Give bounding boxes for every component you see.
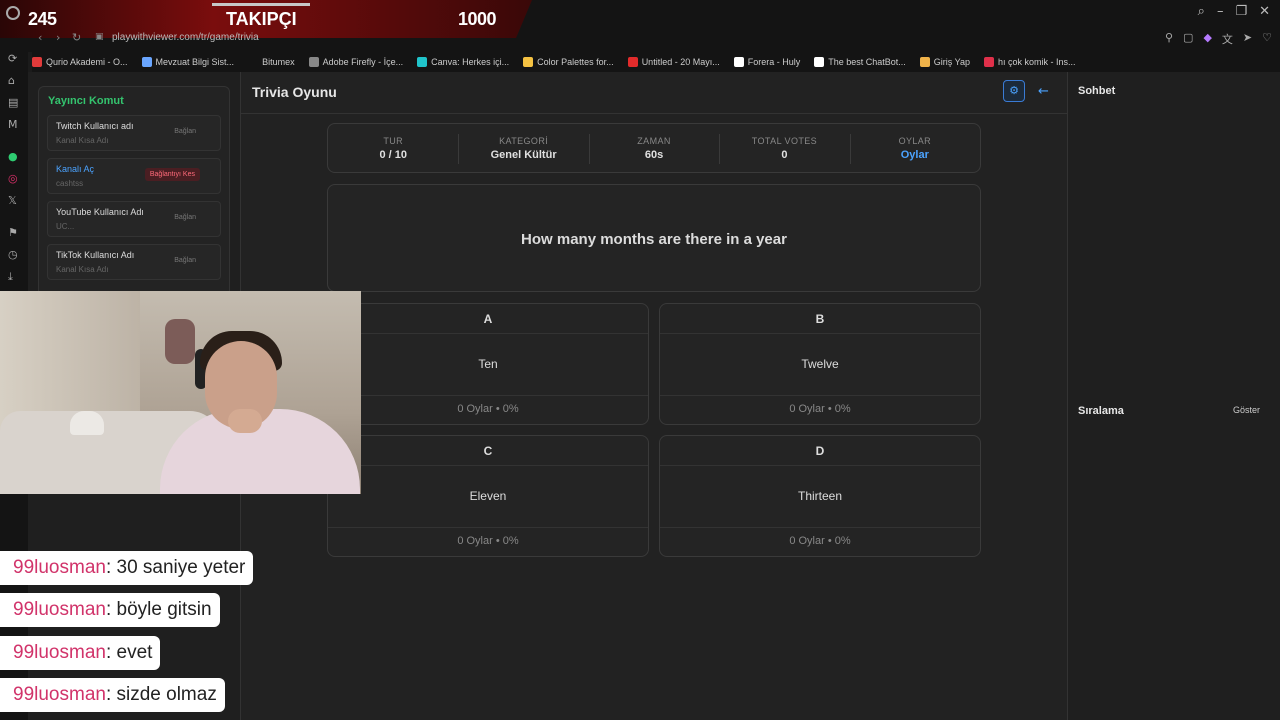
send-icon[interactable]: ➤ [1243,31,1252,47]
bookmark-item[interactable]: Canva: Herkes içi... [417,52,509,72]
bookmark-item[interactable]: Giriş Yap [919,52,970,72]
chat-message: 99luosman : evet [0,636,161,670]
instagram-icon[interactable]: ◎ [8,172,18,185]
goal-progress-bar [212,3,310,6]
back-icon[interactable]: ‹ [38,31,42,44]
leaderboard-title: Sıralama [1078,405,1124,417]
pin-icon[interactable]: ⚲ [1165,31,1173,47]
youtube-account: YouTube Kullanıcı Adı UC... Bağlan [47,201,221,237]
bookmark-item[interactable]: Mevzuat Bilgi Sist... [141,52,234,72]
stat-time: ZAMAN 60s [588,124,719,172]
bookmark-item[interactable]: Bitumex [248,52,295,72]
twitch-account: Twitch Kullanıcı adı Kanal Kısa Adı Bağl… [47,115,221,151]
chat-message: 99luosman : 30 saniye yeter [0,551,254,585]
option-d[interactable]: D Thirteen 0 Oylar • 0% [659,435,981,557]
trivia-main: Trivia Oyunu ⚙ ← TUR 0 / 10 KATEGORİ Genel… [241,72,1067,568]
bookmark-icon [141,57,152,67]
chat-panel: Sohbet Sıralama Göster [1067,72,1280,720]
streamer-command-box: Yayıncı Komut Twitch Kullanıcı adı Kanal… [38,86,230,296]
header-divider [241,113,1067,114]
chat-message: 99luosman : böyle gitsin [0,593,220,627]
bookmark-item[interactable]: Adobe Firefly - İçe... [308,52,403,72]
bookmark-icon [32,57,42,67]
webcam-feed [0,291,361,494]
connect-button[interactable]: Bağlan [174,257,196,264]
site-info-icon[interactable]: ▣ [95,32,104,42]
stat-round: TUR 0 / 10 [379,136,407,161]
screenshot-icon[interactable]: ▢ [1183,31,1193,47]
disconnect-button[interactable]: Bağlantıyı Kes [144,168,200,181]
bookmark-item[interactable]: hı çok komik - Ins... [983,52,1076,72]
stat-category: KATEGORİ Genel Kültür [458,124,588,172]
reload-icon[interactable]: ↻ [72,31,81,44]
option-b[interactable]: B Twelve 0 Oylar • 0% [659,303,981,425]
game-stats: TUR 0 / 10 KATEGORİ Genel Kültür ZAMAN 60s … [327,123,981,173]
search-icon[interactable]: ⌕ [1198,4,1205,19]
shield-icon[interactable]: ◆ [1203,31,1211,47]
option-c[interactable]: C Eleven 0 Oylar • 0% [327,435,649,557]
chat-title: Sohbet [1078,85,1116,97]
bookmark-sidebar-icon[interactable]: ⚑ [8,226,18,239]
follower-label: TAKIPÇI [226,9,297,29]
kick-account: Kanalı Aç cashtss Bağlantıyı Kes [47,158,221,194]
bookmark-icon [523,57,534,67]
clock-icon[interactable]: ◷ [8,248,18,261]
bookmark-item[interactable]: Color Palettes for... [523,52,614,72]
show-leaderboard-button[interactable]: Göster [1233,405,1260,415]
stat-votes: OYLAR Oylar [849,124,980,172]
translate-icon[interactable]: 文 [1222,31,1233,47]
connect-button[interactable]: Bağlan [174,128,196,135]
bookmark-icon [814,57,825,67]
extension-icons: ⚲ ▢ ◆ 文 ➤ ♡ [1165,31,1272,47]
question-card: How many months are there in a year [327,184,981,292]
bookmark-icon [417,57,428,67]
page-title: Trivia Oyunu [252,84,337,100]
notes-icon[interactable]: ▤ [8,96,18,109]
bookmark-icon [248,57,259,67]
address-bar[interactable]: playwithviewer.com/tr/game/trivia [112,32,259,43]
maximize-icon[interactable]: ❐ [1235,4,1247,19]
download-icon[interactable]: ⤓ [8,270,13,284]
settings-icon[interactable]: ⚙ [1003,80,1025,102]
browser-logo-icon[interactable] [6,6,20,20]
bookmark-icon [733,57,744,67]
close-icon[interactable]: ✕ [1259,4,1270,19]
tiktok-account: TikTok Kullanıcı Adı Kanal Kısa Adı Bağl… [47,244,221,280]
mail-icon[interactable]: M [8,118,18,131]
follower-count: 245 [28,9,57,29]
x-icon[interactable]: 𝕏 [8,194,17,207]
heart-icon[interactable]: ♡ [1262,31,1272,47]
navigation-bar: ‹ › ↻ ▣ playwithviewer.com/tr/game/trivi… [0,30,1280,48]
bookmark-item[interactable]: The best ChatBot... [814,52,906,72]
chat-message: 99luosman : sizde olmaz [0,678,225,712]
bookmark-icon [919,57,930,67]
bookmark-icon [308,57,319,67]
minimize-icon[interactable]: – [1217,4,1224,19]
bookmark-icon [627,57,638,67]
stat-total-votes: TOTAL VOTES 0 [719,124,849,172]
votes-link[interactable]: Oylar [850,149,980,161]
window-controls: ⌕ – ❐ ✕ [1198,4,1270,19]
bookmark-item[interactable]: Untitled - 20 Mayı... [627,52,720,72]
history-icon[interactable]: ⟳ [8,52,17,65]
wallet-icon[interactable]: ⌂ [8,74,15,87]
panel-title: Yayıncı Komut [48,95,124,107]
bookmarks-bar: Qurio Akademi - O... Mevzuat Bilgi Sist.… [32,52,1280,72]
whatsapp-icon[interactable]: ● [8,150,18,163]
question-text: How many months are there in a year [521,231,787,248]
option-a[interactable]: A Ten 0 Oylar • 0% [327,303,649,425]
bookmark-icon [983,57,994,67]
forward-icon[interactable]: › [56,31,60,44]
bookmark-item[interactable]: Qurio Akademi - O... [32,52,128,72]
connect-button[interactable]: Bağlan [174,214,196,221]
back-arrow-icon[interactable]: ← [1038,84,1049,99]
bookmark-item[interactable]: Forera - Huly [733,52,800,72]
follower-goal: 1000 [458,9,497,29]
